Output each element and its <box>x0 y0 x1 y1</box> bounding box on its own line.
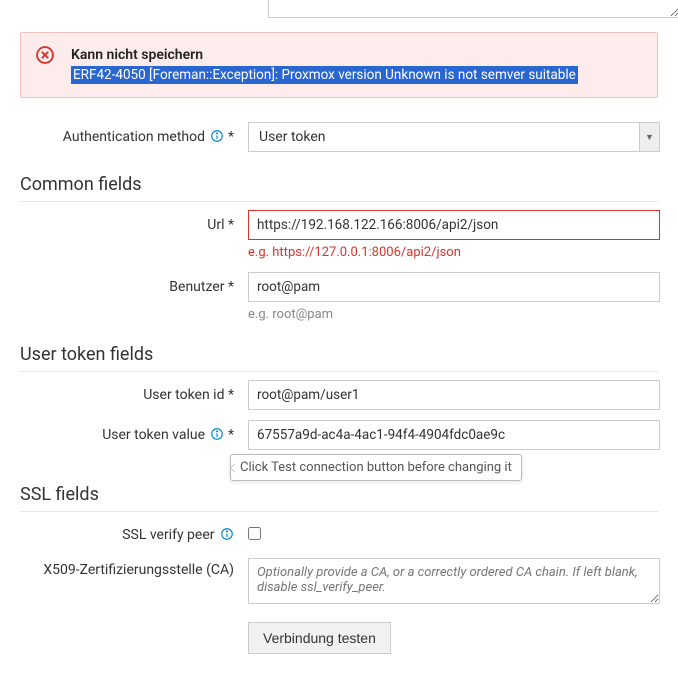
chevron-down-icon: ▼ <box>639 123 659 151</box>
section-common-fields: Common fields <box>20 174 658 202</box>
url-input[interactable] <box>248 210 660 240</box>
error-alert: Kann nicht speichern ERF42-4050 [Foreman… <box>20 32 658 98</box>
token-value-tooltip: Click Test connection button before chan… <box>230 454 522 481</box>
token-value-label: User token value * <box>20 420 248 443</box>
alert-message: ERF42-4050 [Foreman::Exception]: Proxmox… <box>71 66 578 84</box>
info-icon[interactable] <box>220 527 234 541</box>
url-hint: e.g. https://127.0.0.1:8006/api2/json <box>248 245 660 260</box>
alert-title: Kann nicht speichern <box>71 47 641 63</box>
info-icon[interactable] <box>210 427 224 441</box>
auth-method-select[interactable]: User token ▼ <box>248 122 660 152</box>
auth-method-label: Authentication method * <box>20 122 248 145</box>
token-id-label: User token id * <box>20 380 248 403</box>
ssl-verify-checkbox[interactable] <box>248 527 261 540</box>
ca-textarea[interactable] <box>248 558 660 604</box>
prior-textarea[interactable] <box>268 0 678 18</box>
error-icon <box>35 45 55 65</box>
section-ssl-fields: SSL fields <box>20 484 658 512</box>
user-label: Benutzer * <box>20 272 248 295</box>
url-label: Url * <box>20 210 248 233</box>
user-input[interactable] <box>248 272 660 302</box>
test-connection-button[interactable]: Verbindung testen <box>248 622 391 654</box>
ssl-verify-label: SSL verify peer <box>20 520 248 543</box>
user-hint: e.g. root@pam <box>248 307 660 322</box>
token-id-input[interactable] <box>248 380 660 410</box>
token-value-input[interactable] <box>248 420 660 450</box>
info-icon[interactable] <box>210 129 224 143</box>
section-user-token-fields: User token fields <box>20 344 658 372</box>
ca-label: X509-Zertifizierungsstelle (CA) <box>20 558 248 578</box>
